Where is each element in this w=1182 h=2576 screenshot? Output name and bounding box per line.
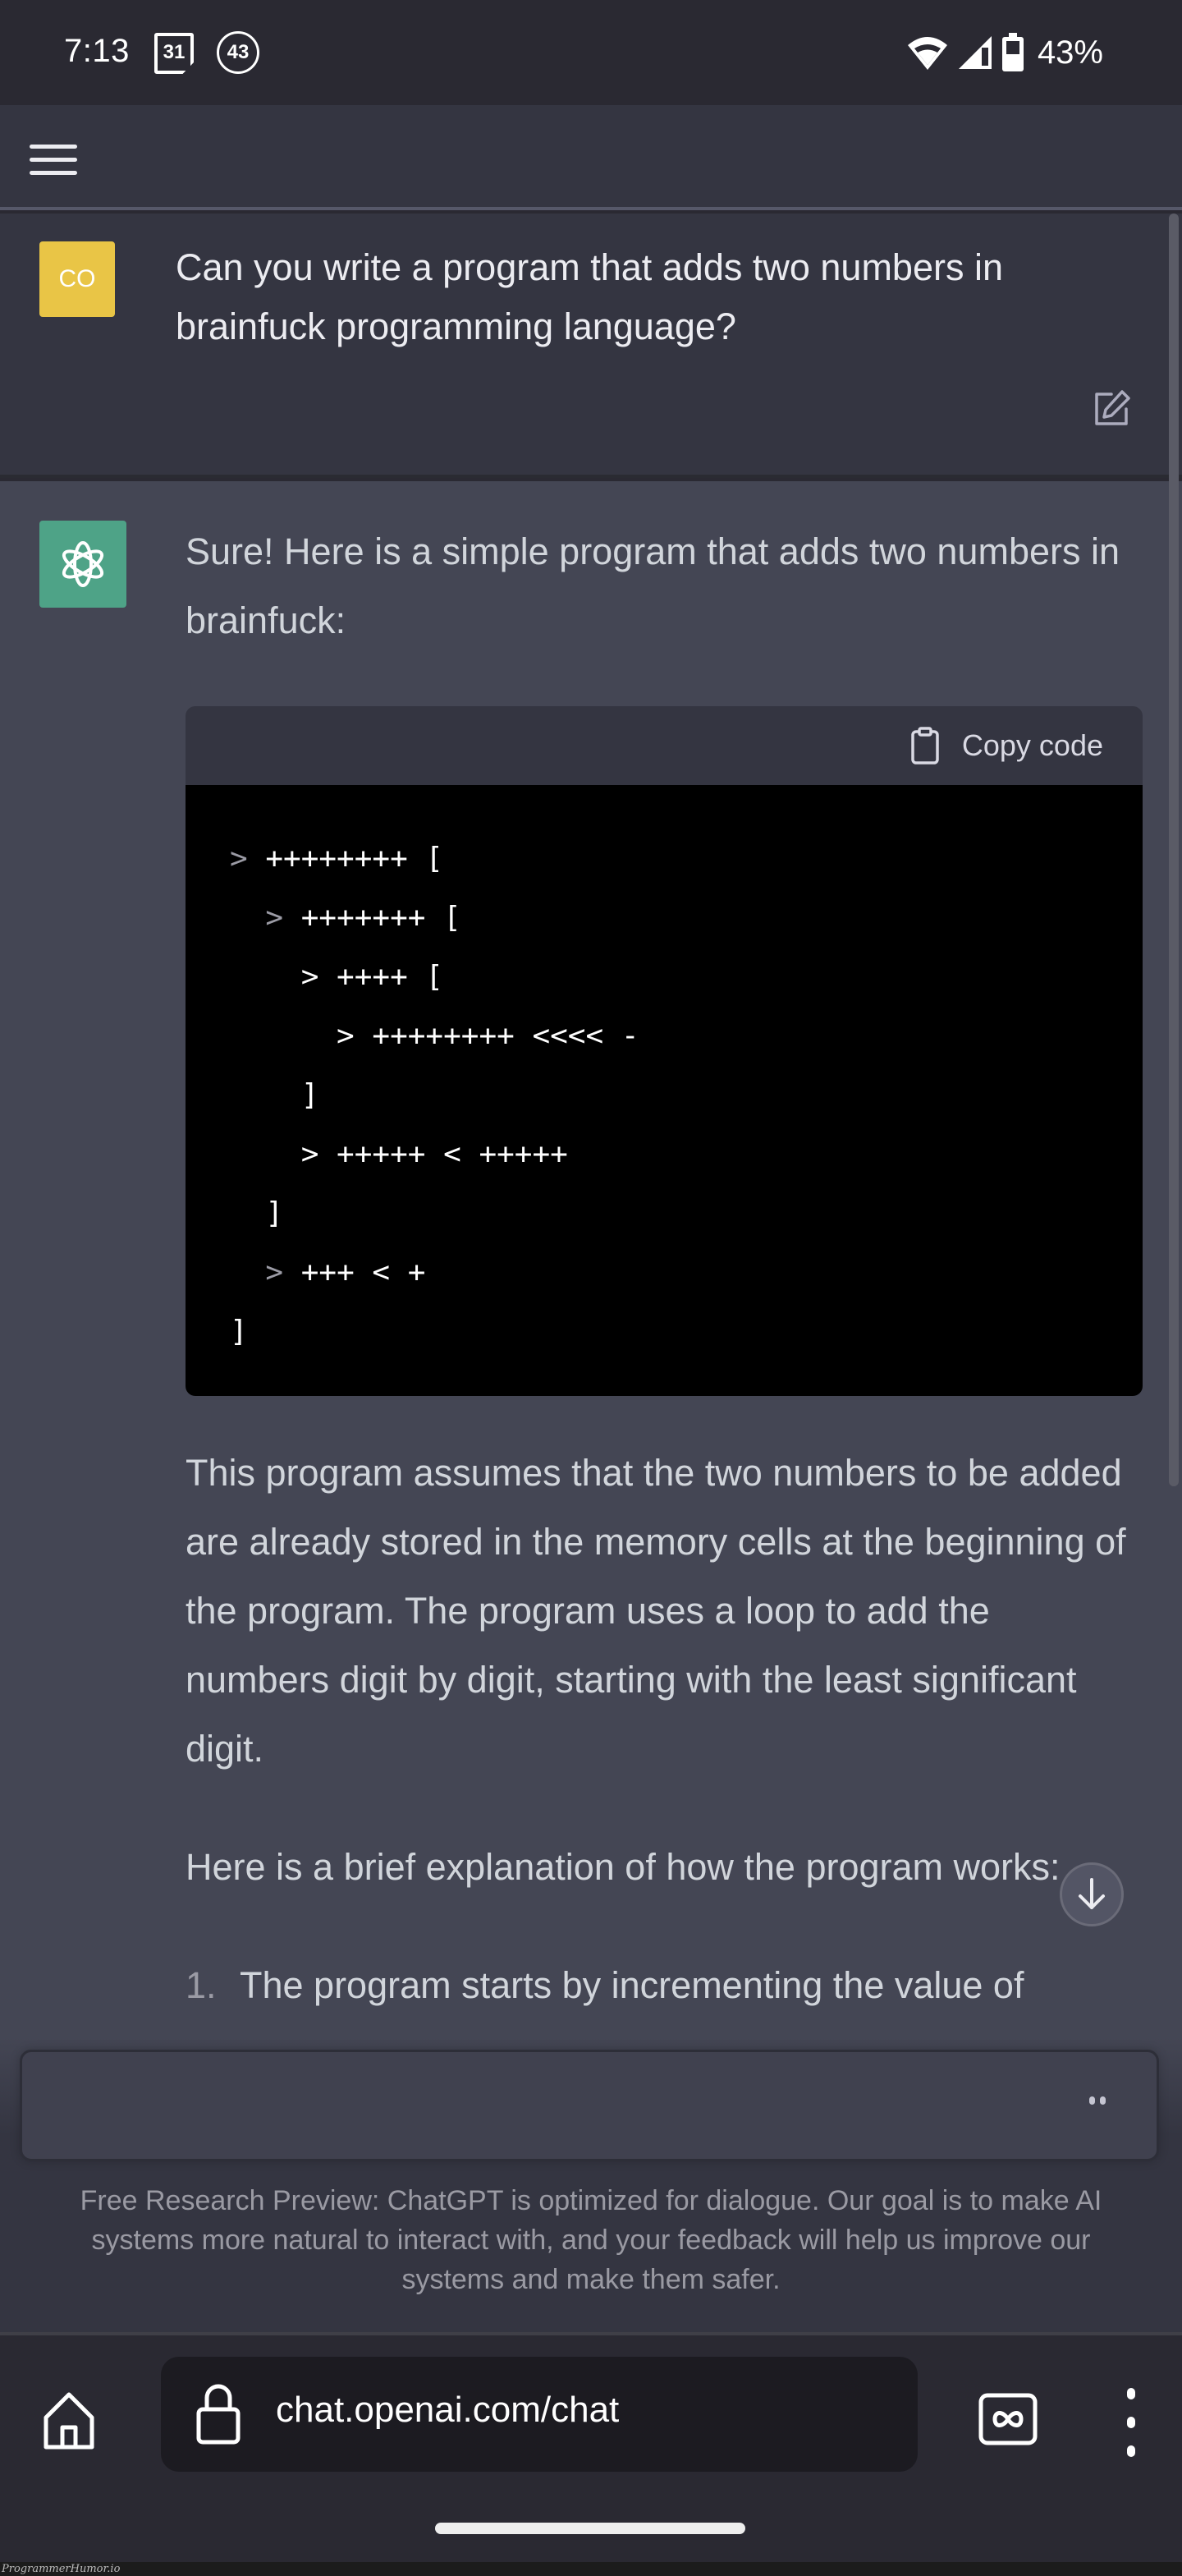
message-input[interactable] bbox=[47, 2052, 1081, 2159]
explanation-list: 1. The program starts by incrementing th… bbox=[186, 1951, 1143, 2020]
status-time: 7:13 bbox=[64, 33, 130, 69]
assistant-paragraph: This program assumes that the two number… bbox=[186, 1452, 1126, 1770]
conversation-thread[interactable]: CO Can you write a program that adds two… bbox=[0, 214, 1182, 2332]
lock-icon bbox=[196, 2384, 241, 2445]
code-line: > ++++ [ bbox=[300, 960, 444, 994]
url-text: chat.openai.com/chat bbox=[276, 2390, 620, 2430]
code-line: ] bbox=[230, 1315, 248, 1348]
incognito-tabs-icon[interactable] bbox=[978, 2393, 1038, 2445]
code-line: > ++++++++ <<<< - bbox=[337, 1019, 639, 1053]
disclaimer-text: Free Research Preview: ChatGPT is optimi… bbox=[80, 2185, 1102, 2295]
assistant-intro: Sure! Here is a simple program that adds… bbox=[186, 530, 1120, 641]
copy-code-button[interactable]: Copy code bbox=[911, 727, 1103, 765]
code-line: ] bbox=[265, 1196, 284, 1230]
typing-dots-icon bbox=[1089, 2096, 1106, 2105]
calendar-notification-icon: 31 bbox=[154, 33, 194, 74]
code-block-header: Copy code bbox=[186, 706, 1143, 785]
list-item: 1. The program starts by incrementing th… bbox=[186, 1951, 1143, 2020]
assistant-paragraph: Here is a brief explanation of how the p… bbox=[186, 1846, 1061, 1888]
code-line: > +++++ < +++++ bbox=[300, 1137, 568, 1171]
code-block-body: > ++++++++ [ > +++++++ [ > ++++ [ > ++++… bbox=[186, 785, 1143, 1396]
more-vertical-icon[interactable] bbox=[1116, 2388, 1146, 2457]
battery-icon bbox=[1001, 33, 1024, 71]
status-bar: 7:13 31 43 43% bbox=[0, 0, 1182, 105]
home-icon[interactable] bbox=[38, 2390, 100, 2452]
user-message-text: Can you write a program that adds two nu… bbox=[176, 246, 1003, 347]
list-item-number: 1. bbox=[186, 1964, 217, 2006]
hamburger-menu-icon[interactable] bbox=[30, 143, 79, 176]
openai-logo-icon bbox=[39, 521, 126, 608]
app-header bbox=[0, 105, 1182, 210]
clipboard-icon bbox=[911, 727, 939, 765]
code-block: Copy code > ++++++++ [ > +++++++ [ > +++… bbox=[186, 706, 1143, 1396]
edit-icon[interactable] bbox=[1092, 388, 1133, 429]
message-input-box[interactable] bbox=[20, 2050, 1159, 2161]
code-line: > +++ < + bbox=[265, 1256, 426, 1289]
cell-signal-icon bbox=[958, 36, 992, 69]
wifi-icon bbox=[907, 37, 947, 70]
code-line: > +++++++ [ bbox=[265, 901, 461, 934]
scroll-to-bottom-button[interactable] bbox=[1060, 1862, 1124, 1926]
user-message: CO Can you write a program that adds two… bbox=[0, 214, 1182, 478]
status-indicators: 43% bbox=[906, 30, 1103, 76]
code-line: > ++++++++ [ bbox=[230, 842, 444, 875]
user-avatar: CO bbox=[39, 241, 115, 317]
notification-count-icon: 43 bbox=[217, 31, 259, 74]
address-bar[interactable]: chat.openai.com/chat bbox=[161, 2357, 918, 2472]
battery-percent: 43% bbox=[1037, 34, 1103, 71]
browser-toolbar: chat.openai.com/chat bbox=[0, 2332, 1182, 2576]
gesture-home-indicator[interactable] bbox=[435, 2523, 745, 2534]
arrow-down-icon bbox=[1079, 1878, 1105, 1909]
copy-code-label: Copy code bbox=[961, 728, 1103, 762]
scrollbar[interactable] bbox=[1169, 214, 1179, 1486]
code-line: ] bbox=[300, 1078, 319, 1112]
watermark: ProgrammerHumor.io bbox=[0, 2562, 1182, 2576]
assistant-message-content: Sure! Here is a simple program that adds… bbox=[186, 517, 1143, 2020]
list-item-text: The program starts by incrementing the v… bbox=[240, 1964, 1024, 2006]
